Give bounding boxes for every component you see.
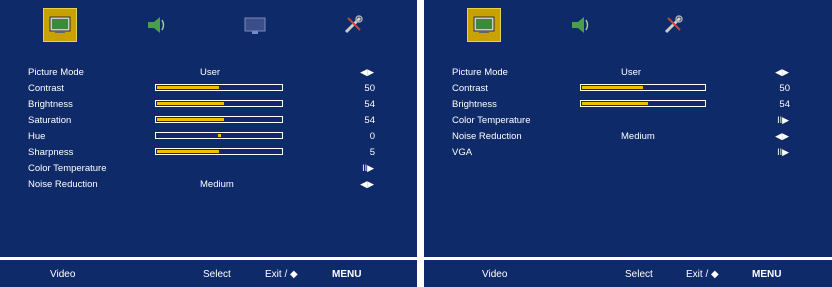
tv-icon <box>244 17 266 34</box>
menu-row-vga[interactable]: VGA II▶ <box>452 145 790 160</box>
row-label: Noise Reduction <box>452 131 522 142</box>
menu-row-contrast[interactable]: Contrast 50 <box>452 81 790 96</box>
setup-tab[interactable] <box>656 8 690 42</box>
picture-icon <box>473 16 495 33</box>
row-label: Picture Mode <box>452 67 508 78</box>
menu-row-picture-mode[interactable]: Picture Mode User ◀▶ <box>28 65 375 80</box>
row-label: Color Temperature <box>452 115 531 126</box>
select-hint: Select <box>625 269 653 280</box>
row-arrow-icon: II▶ <box>777 115 789 125</box>
menu-row-brightness[interactable]: Brightness 54 <box>28 97 375 112</box>
row-label: Noise Reduction <box>28 179 98 190</box>
osd-screen: Picture Mode User ◀▶ Contrast 50 Brightness 54… <box>424 0 832 257</box>
audio-icon <box>572 17 589 33</box>
row-arrow-icon: ◀▶ <box>360 67 374 77</box>
tv-tab[interactable] <box>238 8 272 42</box>
menu-row-color-temperature[interactable]: Color Temperature II▶ <box>28 161 375 176</box>
slider-fill <box>157 118 224 121</box>
row-arrow-icon: ◀▶ <box>775 67 789 77</box>
setup-tab[interactable] <box>336 8 370 42</box>
slider-fill <box>157 150 219 153</box>
slider-bar[interactable] <box>155 100 283 107</box>
row-value: 5 <box>369 147 375 158</box>
row-label: Contrast <box>28 83 64 94</box>
menu-row-sharpness[interactable]: Sharpness 5 <box>28 145 375 160</box>
row-value: 50 <box>779 83 790 94</box>
row-arrow-icon: II▶ <box>362 163 374 173</box>
slider-bar[interactable] <box>580 100 706 107</box>
setup-icon <box>344 15 363 34</box>
row-value: 54 <box>364 99 375 110</box>
row-arrow-icon: ◀▶ <box>775 131 789 141</box>
row-value: 50 <box>364 83 375 94</box>
menu-row-picture-mode[interactable]: Picture Mode User ◀▶ <box>452 65 790 80</box>
slider-fill <box>157 102 224 105</box>
slider-knob <box>218 134 221 137</box>
menu-row-brightness[interactable]: Brightness 54 <box>452 97 790 112</box>
help-bar: Video Select Exit / ◆ MENU <box>424 260 832 287</box>
row-setting-text: User <box>200 67 221 78</box>
menu-row-noise-reduction[interactable]: Noise Reduction Medium ◀▶ <box>28 177 375 192</box>
audio-tab[interactable] <box>562 8 596 42</box>
source-label: Video <box>482 269 508 280</box>
audio-tab[interactable] <box>138 8 172 42</box>
osd-screen: Picture Mode User ◀▶ Contrast 50 Brightness 54… <box>0 0 417 257</box>
tab-bar <box>424 8 832 48</box>
row-setting-text: Medium <box>200 179 234 190</box>
audio-icon <box>148 17 165 33</box>
row-label: Color Temperature <box>28 163 107 174</box>
picture-icon <box>49 16 71 33</box>
move-hint: Exit / ◆ <box>686 269 719 280</box>
row-label: Brightness <box>28 99 73 110</box>
tab-bar <box>0 8 417 48</box>
slider-fill <box>582 86 643 89</box>
slider-bar[interactable] <box>155 116 283 123</box>
slider-bar[interactable] <box>155 148 283 155</box>
help-bar: Video Select Exit / ◆ MENU <box>0 260 417 287</box>
select-hint: Select <box>203 269 231 280</box>
row-value: 54 <box>364 115 375 126</box>
slider-fill <box>582 102 648 105</box>
row-label: Sharpness <box>28 147 74 158</box>
slider-bar[interactable] <box>580 84 706 91</box>
picture-tab[interactable] <box>467 8 501 42</box>
move-hint: Exit / ◆ <box>265 269 298 280</box>
slider-bar[interactable] <box>155 132 283 139</box>
row-value: 54 <box>779 99 790 110</box>
menu-row-color-temperature[interactable]: Color Temperature II▶ <box>452 113 790 128</box>
row-label: Contrast <box>452 83 488 94</box>
menu-hint: MENU <box>332 269 362 280</box>
row-setting-text: User <box>621 67 642 78</box>
row-setting-text: Medium <box>621 131 655 142</box>
slider-bar[interactable] <box>155 84 283 91</box>
row-label: Saturation <box>28 115 72 126</box>
slider-fill <box>157 86 219 89</box>
menu-row-hue[interactable]: Hue 0 <box>28 129 375 144</box>
row-label: Hue <box>28 131 46 142</box>
menu-hint: MENU <box>752 269 782 280</box>
osd-panel-right: Picture Mode User ◀▶ Contrast 50 Brightness 54… <box>424 0 832 287</box>
row-arrow-icon: ◀▶ <box>360 179 374 189</box>
row-label: Brightness <box>452 99 497 110</box>
row-label: Picture Mode <box>28 67 84 78</box>
source-label: Video <box>50 269 76 280</box>
picture-tab[interactable] <box>43 8 77 42</box>
menu-row-noise-reduction[interactable]: Noise Reduction Medium ◀▶ <box>452 129 790 144</box>
row-value: 0 <box>369 131 375 142</box>
row-arrow-icon: II▶ <box>777 147 789 157</box>
setup-icon <box>664 15 683 34</box>
osd-panel-left: Picture Mode User ◀▶ Contrast 50 Brightness 54… <box>0 0 417 287</box>
row-label: VGA <box>452 147 473 158</box>
menu-row-contrast[interactable]: Contrast 50 <box>28 81 375 96</box>
menu-row-saturation[interactable]: Saturation 54 <box>28 113 375 128</box>
